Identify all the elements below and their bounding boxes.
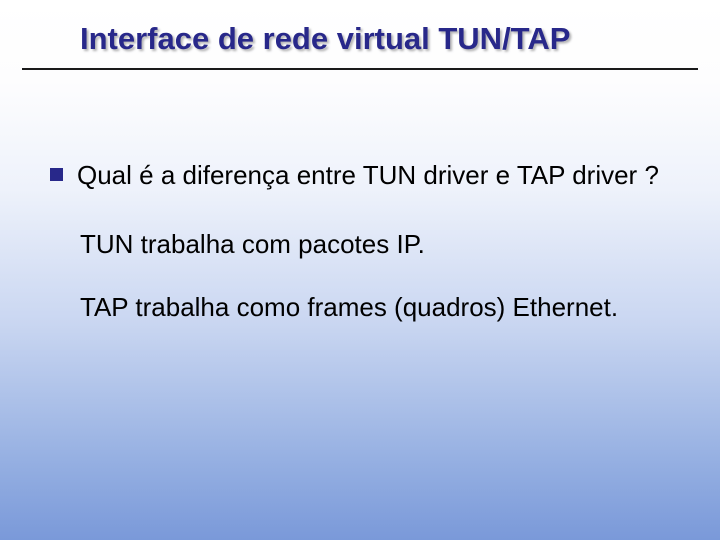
slide-body: Qual é a diferença entre TUN driver e TA… [40,158,680,325]
slide: Interface de rede virtual TUN/TAP Qual é… [0,0,720,540]
slide-title: Interface de rede virtual TUN/TAP [80,22,680,66]
square-bullet-icon [50,168,63,181]
bullet-item: Qual é a diferença entre TUN driver e TA… [50,158,680,193]
body-line-1: TUN trabalha com pacotes IP. [80,227,680,262]
title-area: Interface de rede virtual TUN/TAP [40,22,680,66]
title-underline [22,68,698,70]
body-line-2: TAP trabalha como frames (quadros) Ether… [80,290,680,325]
bullet-text: Qual é a diferença entre TUN driver e TA… [77,158,659,193]
